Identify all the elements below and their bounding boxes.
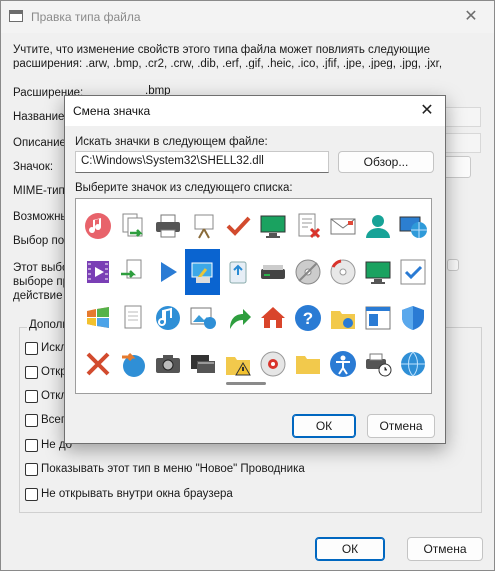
checkmark-icon[interactable]: [220, 203, 255, 249]
presentation-icon[interactable]: [185, 203, 220, 249]
envelope-icon[interactable]: [325, 203, 360, 249]
info-line-3: действие: [13, 290, 63, 302]
monitor-icon[interactable]: [360, 249, 395, 295]
red-x-icon[interactable]: [80, 341, 115, 387]
svg-text:?: ?: [302, 309, 312, 328]
folder-warning-icon[interactable]: [220, 341, 255, 387]
cancel-button[interactable]: Отмена: [407, 537, 483, 561]
window-icon: [9, 10, 23, 22]
choice-button[interactable]: [447, 259, 459, 271]
mime-label: MIME-тип:: [13, 185, 68, 197]
dvd-icon[interactable]: [290, 249, 325, 295]
disc-red-icon[interactable]: [255, 341, 290, 387]
home-network-icon[interactable]: [255, 295, 290, 341]
checkbox-label-0: Искл: [41, 342, 67, 354]
dialog-cancel-button[interactable]: Отмена: [367, 414, 435, 438]
accessibility-icon[interactable]: [325, 341, 360, 387]
folder-icon[interactable]: [290, 341, 325, 387]
icon-grid: ?: [80, 203, 430, 387]
checkbox-4[interactable]: [25, 439, 38, 452]
globe-icon[interactable]: [395, 341, 430, 387]
checkbox-no-browser[interactable]: [25, 488, 38, 501]
icon-list-label: Выберите значок из следующего списка:: [75, 182, 293, 194]
icon-list[interactable]: ?: [75, 198, 432, 394]
printer-clock-icon[interactable]: [360, 341, 395, 387]
checkbox-1[interactable]: [25, 366, 38, 379]
camera-icon[interactable]: [150, 341, 185, 387]
cd-icon[interactable]: [325, 249, 360, 295]
scanner-icon[interactable]: [255, 249, 290, 295]
change-icon-dialog: Смена значка ✕ Искать значки в следующем…: [64, 95, 446, 444]
shared-folder-icon[interactable]: [325, 295, 360, 341]
backup-globe-icon[interactable]: [115, 341, 150, 387]
info-line-2: выборе пр: [13, 276, 68, 288]
ok-button[interactable]: ОК: [315, 537, 385, 561]
checkbox-2[interactable]: [25, 390, 38, 403]
browse-button[interactable]: Обзор...: [338, 151, 434, 173]
dialog-ok-button[interactable]: ОК: [292, 414, 356, 438]
display-settings-icon[interactable]: [185, 249, 220, 295]
monitor-icon[interactable]: [255, 203, 290, 249]
checkbox-show-in-new-menu[interactable]: [25, 463, 38, 476]
copy-to-icon[interactable]: [115, 203, 150, 249]
icon-label: Значок:: [13, 161, 54, 173]
title-bar: Правка типа файла ✕: [1, 1, 494, 33]
warning-line-1: Учтите, что изменение свойств этого типа…: [13, 44, 430, 56]
dialog-title: Смена значка: [73, 104, 151, 118]
music-icon[interactable]: [80, 203, 115, 249]
description-label: Описание:: [13, 137, 70, 149]
folder-window-icon[interactable]: [360, 295, 395, 341]
checkbox-0[interactable]: [25, 342, 38, 355]
help-icon[interactable]: ?: [290, 295, 325, 341]
green-arrow-icon[interactable]: [220, 295, 255, 341]
checkbox-icon[interactable]: [395, 249, 430, 295]
choice-label: Выбор пол: [13, 235, 71, 247]
play-icon[interactable]: [150, 249, 185, 295]
checkbox-label-5: Показывать этот тип в меню "Новое" Прово…: [41, 463, 305, 475]
search-file-label: Искать значки в следующем файле:: [75, 136, 268, 148]
recycle-icon[interactable]: [220, 249, 255, 295]
info-text: Этот выбо выборе пр действие: [13, 261, 68, 303]
checkbox-label-1: Откр: [41, 366, 67, 378]
horizontal-scrollbar[interactable]: [226, 382, 266, 385]
document-icon[interactable]: [115, 295, 150, 341]
windows-logo-icon[interactable]: [80, 295, 115, 341]
icon-file-path-input[interactable]: C:\Windows\System32\SHELL32.dll: [75, 151, 329, 173]
video-icon[interactable]: [80, 249, 115, 295]
info-line-1: Этот выбо: [13, 262, 68, 274]
film-icon[interactable]: [185, 341, 220, 387]
close-icon[interactable]: ✕: [456, 5, 486, 29]
move-to-icon[interactable]: [115, 249, 150, 295]
user-icon[interactable]: [360, 203, 395, 249]
printer-icon[interactable]: [150, 203, 185, 249]
warning-text: Учтите, что изменение свойств этого типа…: [13, 43, 483, 69]
window-title: Правка типа файла: [31, 10, 141, 24]
checkbox-label-6: Не открывать внутри окна браузера: [41, 488, 233, 500]
shield-icon[interactable]: [395, 295, 430, 341]
possible-label: Возможны: [13, 211, 69, 223]
picture-globe-icon[interactable]: [185, 295, 220, 341]
warning-line-2: расширения: .arw, .bmp, .cr2, .crw, .dib…: [13, 58, 443, 69]
dialog-title-bar: Смена значка ✕: [65, 96, 445, 126]
network-globe-icon[interactable]: [395, 203, 430, 249]
delete-doc-icon[interactable]: [290, 203, 325, 249]
dialog-close-icon[interactable]: ✕: [413, 98, 441, 124]
music-globe-icon[interactable]: [150, 295, 185, 341]
checkbox-3[interactable]: [25, 414, 38, 427]
